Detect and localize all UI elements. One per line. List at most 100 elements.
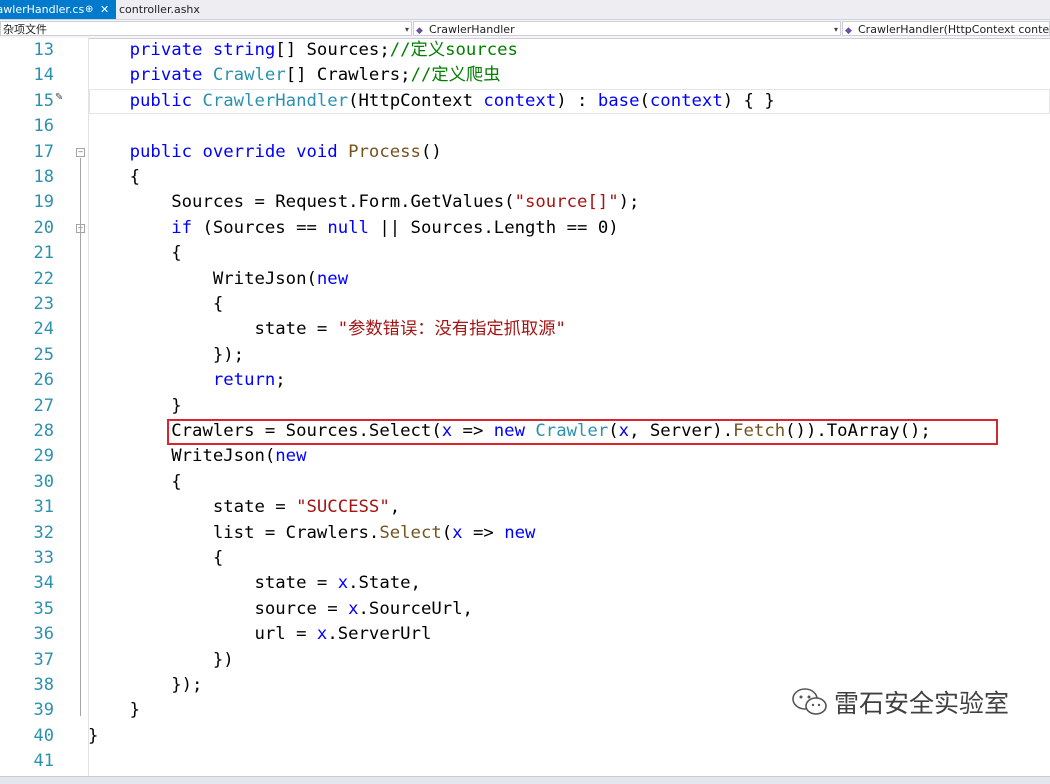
line-number: 31 (33, 497, 54, 518)
code-token: url = (88, 624, 317, 645)
code-token: new (504, 522, 536, 543)
code-token: => (462, 522, 505, 543)
line-number: 30 (33, 471, 54, 492)
code-token: x (316, 624, 328, 645)
code-line[interactable]: return; (88, 368, 286, 393)
member-dropdown[interactable]: ◆ CrawlerHandler(HttpContext context) (842, 21, 1050, 36)
code-token: ); (618, 192, 640, 213)
code-line[interactable]: private string[] Sources;//定义sources (88, 38, 518, 63)
navigation-bar: 杂项文件 ▾ ◆ CrawlerHandler ▾ ◆ CrawlerHandler… (0, 20, 1050, 39)
code-token: new (275, 446, 307, 467)
line-number: 37 (33, 649, 54, 670)
code-editor[interactable]: ✎ 13 14 15 16 17 18 19 20 21 22 23 24 25 26 27 28 29 30 31… (0, 38, 1050, 776)
line-number: 40 (33, 725, 54, 746)
type-dropdown[interactable]: ◆ CrawlerHandler ▾ (413, 21, 841, 36)
code-token: source = (88, 598, 349, 619)
code-line[interactable]: private Crawler[] Crawlers;//定义爬虫 (88, 63, 501, 88)
code-line[interactable]: WriteJson(new (88, 267, 348, 292)
code-token: state = (88, 319, 338, 340)
code-line[interactable]: public override void Process() (88, 140, 442, 165)
code-token: ( (441, 522, 453, 543)
code-token: x (452, 522, 463, 543)
code-token: }); (88, 675, 203, 695)
pin-icon[interactable]: ⊕ (85, 0, 93, 19)
tab-controller-ashx[interactable]: controller.ashx (119, 0, 219, 19)
code-token: WriteJson( (88, 268, 317, 289)
code-token: } (88, 395, 182, 416)
code-token: { (88, 471, 182, 492)
code-token: "SUCCESS" (296, 497, 390, 518)
code-token: ( (639, 90, 650, 111)
code-line[interactable]: source = x.SourceUrl, (88, 597, 473, 622)
code-token: [] Sources; (275, 40, 390, 60)
watermark-text: 雷石安全实验室 (834, 689, 1010, 718)
code-line[interactable]: public CrawlerHandler(HttpContext contex… (88, 89, 775, 114)
code-line[interactable]: { (88, 165, 140, 190)
code-line[interactable]: state = "参数错误：没有指定抓取源" (88, 317, 566, 342)
line-number: 15 (33, 90, 54, 111)
document-tab-bar: rawlerHandler.cs ⊕ ✕ controller.ashx (0, 0, 1050, 20)
code-line[interactable]: }); (88, 673, 202, 698)
line-number: 16 (33, 116, 54, 137)
code-token: (Sources == (192, 217, 328, 238)
code-line[interactable]: state = "SUCCESS", (88, 495, 400, 520)
line-number: 18 (33, 167, 54, 187)
code-token: WriteJson( (88, 446, 276, 467)
code-token: Select (379, 522, 442, 543)
project-scope-dropdown[interactable]: 杂项文件 ▾ (0, 21, 412, 36)
code-line[interactable]: { (88, 470, 182, 495)
code-line[interactable]: } (88, 394, 182, 419)
tab-label: controller.ashx (119, 3, 200, 16)
code-token: Sources = Request.Form.GetValues( (88, 192, 515, 213)
line-number: 25 (33, 344, 54, 365)
line-number: 39 (33, 700, 54, 721)
code-line[interactable]: { (88, 292, 223, 317)
code-token: null (327, 217, 369, 238)
close-icon[interactable]: ✕ (100, 0, 109, 19)
code-token: () (420, 141, 442, 162)
code-token: , (389, 497, 401, 518)
code-token: }); (88, 344, 245, 365)
code-token: base (597, 90, 640, 111)
line-number: 36 (33, 624, 54, 645)
code-token: .ServerUrl (327, 624, 432, 645)
code-line[interactable]: }) (88, 648, 234, 673)
code-token: .State, (348, 573, 421, 594)
code-token: (HttpContext (348, 90, 484, 111)
code-line[interactable]: state = x.State, (88, 571, 421, 596)
code-line[interactable]: list = Crawlers.Select(x => new (88, 521, 536, 546)
code-line[interactable]: { (88, 546, 223, 571)
line-number-gutter: ✎ 13 14 15 16 17 18 19 20 21 22 23 24 25 26 27 28 29 30 31… (0, 38, 89, 776)
code-line[interactable]: } (88, 724, 98, 749)
code-token: ) { } (722, 90, 775, 111)
code-line[interactable]: }); (88, 343, 244, 368)
project-scope-label: 杂项文件 (3, 23, 47, 36)
line-number: 24 (33, 319, 54, 340)
code-line[interactable]: WriteJson(new (88, 444, 307, 469)
code-token: ) : (556, 90, 598, 111)
line-number: 14 (33, 65, 54, 86)
code-token: } (88, 725, 99, 746)
code-token: state = (88, 573, 338, 594)
class-icon: ◆ (416, 26, 423, 36)
edit-pencil-icon: ✎ (55, 92, 64, 103)
code-line[interactable]: { (88, 241, 181, 266)
code-line[interactable]: if (Sources == null || Sources.Length ==… (88, 216, 618, 241)
code-line[interactable]: url = x.ServerUrl (88, 622, 431, 647)
code-line[interactable]: } (88, 698, 140, 723)
code-token: context (483, 90, 557, 111)
line-number: 17 (33, 141, 54, 162)
code-token: Process (348, 141, 421, 162)
line-number: 35 (33, 598, 54, 619)
code-line[interactable]: Sources = Request.Form.GetValues("source… (88, 190, 639, 215)
code-token: { (88, 294, 224, 314)
code-token: "参数错误：没有指定抓取源" (337, 319, 566, 340)
line-number: 19 (33, 192, 54, 213)
code-token: void (296, 141, 349, 162)
wechat-icon (792, 688, 827, 715)
highlight-annotation-box (167, 419, 998, 445)
line-number: 33 (33, 548, 54, 568)
tab-crawlerhandler-cs[interactable]: rawlerHandler.cs ⊕ ✕ (0, 0, 116, 19)
collapse-icon[interactable]: − (76, 147, 85, 157)
code-token: //定义sources (389, 40, 518, 60)
